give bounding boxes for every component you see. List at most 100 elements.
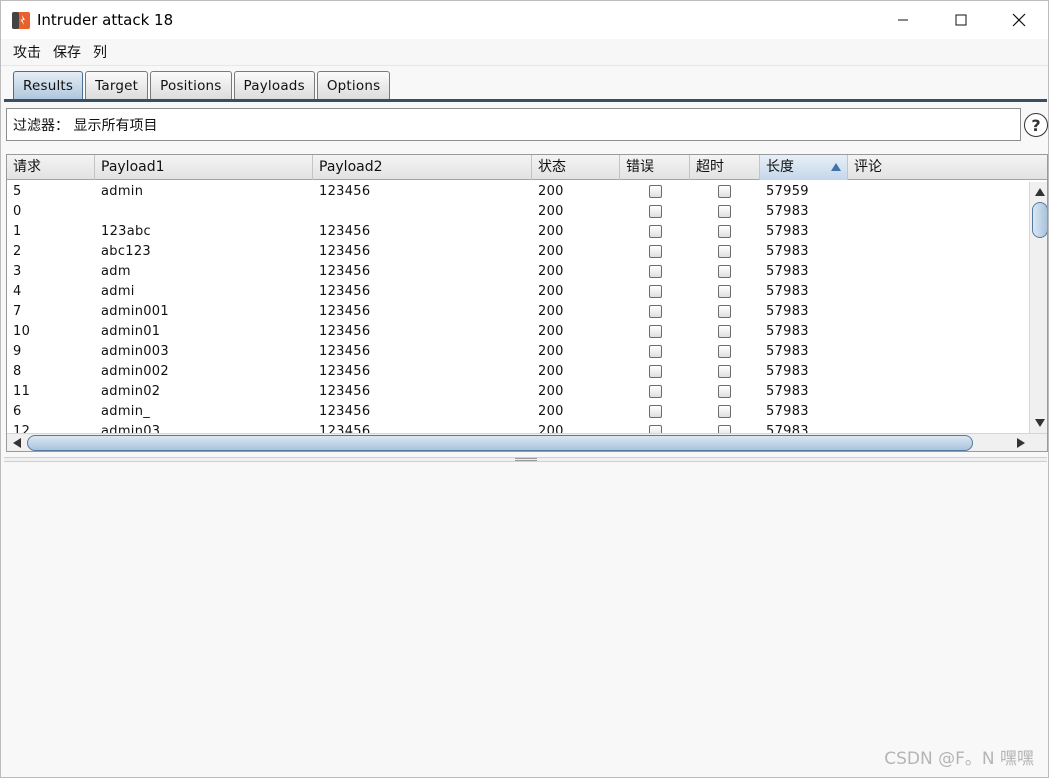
timeout-checkbox[interactable] xyxy=(718,265,731,278)
help-button[interactable]: ? xyxy=(1024,113,1048,137)
title-bar: Intruder attack 18 xyxy=(1,1,1048,39)
vertical-scrollbar[interactable] xyxy=(1029,182,1047,433)
tab-target[interactable]: Target xyxy=(85,71,149,99)
scroll-up-icon[interactable] xyxy=(1035,188,1045,196)
cell-length: 57983 xyxy=(766,224,809,239)
cell-p1: 123abc xyxy=(101,224,151,239)
timeout-checkbox[interactable] xyxy=(718,385,731,398)
tab-options[interactable]: Options xyxy=(316,71,391,99)
error-checkbox[interactable] xyxy=(649,305,662,318)
cell-p2: 123456 xyxy=(319,264,371,279)
tab-payloads[interactable]: Payloads xyxy=(233,71,315,99)
table-row[interactable]: 11 admin02 123456 200 57983 xyxy=(7,382,1029,402)
cell-p2: 123456 xyxy=(319,184,371,199)
cell-status: 200 xyxy=(538,344,564,359)
menu-columns[interactable]: 列 xyxy=(93,42,107,62)
cell-req: 8 xyxy=(13,364,22,379)
col-request[interactable]: 请求 xyxy=(7,155,95,180)
error-checkbox[interactable] xyxy=(649,325,662,338)
cell-status: 200 xyxy=(538,384,564,399)
table-row[interactable]: 2 abc123 123456 200 57983 xyxy=(7,242,1029,262)
scroll-down-icon[interactable] xyxy=(1035,419,1045,427)
cell-p1: admi xyxy=(101,284,135,299)
tab-underline xyxy=(4,99,1047,102)
watermark: CSDN @F。N 嘿嘿 xyxy=(884,749,1034,769)
cell-status: 200 xyxy=(538,204,564,219)
menu-attack[interactable]: 攻击 xyxy=(13,42,41,62)
error-checkbox[interactable] xyxy=(649,185,662,198)
table-row[interactable]: 10 admin01 123456 200 57983 xyxy=(7,322,1029,342)
horizontal-scroll-thumb[interactable] xyxy=(27,435,973,451)
timeout-checkbox[interactable] xyxy=(718,405,731,418)
cell-length: 57983 xyxy=(766,304,809,319)
timeout-checkbox[interactable] xyxy=(718,205,731,218)
col-payload2[interactable]: Payload2 xyxy=(313,155,532,180)
error-checkbox[interactable] xyxy=(649,205,662,218)
cell-req: 1 xyxy=(13,224,22,239)
table-row[interactable]: 3 adm 123456 200 57983 xyxy=(7,262,1029,282)
minimize-icon xyxy=(898,19,908,21)
cell-req: 2 xyxy=(13,244,22,259)
scroll-left-icon[interactable] xyxy=(13,438,21,448)
timeout-checkbox[interactable] xyxy=(718,225,731,238)
col-status[interactable]: 状态 xyxy=(532,155,620,180)
close-button[interactable] xyxy=(990,1,1048,39)
timeout-checkbox[interactable] xyxy=(718,345,731,358)
timeout-checkbox[interactable] xyxy=(718,365,731,378)
col-length[interactable]: 长度 xyxy=(760,155,848,180)
maximize-button[interactable] xyxy=(932,1,990,39)
cell-length: 57959 xyxy=(766,184,809,199)
timeout-checkbox[interactable] xyxy=(718,325,731,338)
splitter-grip-icon[interactable] xyxy=(515,458,537,461)
cell-status: 200 xyxy=(538,404,564,419)
error-checkbox[interactable] xyxy=(649,245,662,258)
col-length-label: 长度 xyxy=(766,159,794,175)
table-row[interactable]: 8 admin002 123456 200 57983 xyxy=(7,362,1029,382)
col-timeout[interactable]: 超时 xyxy=(690,155,760,180)
timeout-checkbox[interactable] xyxy=(718,245,731,258)
window-title: Intruder attack 18 xyxy=(37,11,174,29)
timeout-checkbox[interactable] xyxy=(718,285,731,298)
menu-save[interactable]: 保存 xyxy=(53,42,81,62)
results-table: 请求 Payload1 Payload2 状态 错误 超时 长度 评论 5 adm… xyxy=(6,154,1048,452)
cell-p2: 123456 xyxy=(319,224,371,239)
error-checkbox[interactable] xyxy=(649,385,662,398)
cell-req: 9 xyxy=(13,344,22,359)
cell-length: 57983 xyxy=(766,344,809,359)
pane-splitter[interactable] xyxy=(4,457,1047,462)
timeout-checkbox[interactable] xyxy=(718,185,731,198)
tab-results[interactable]: Results xyxy=(13,71,84,100)
table-row[interactable]: 5 admin 123456 200 57959 xyxy=(7,182,1029,202)
cell-status: 200 xyxy=(538,184,564,199)
table-row[interactable]: 6 admin_ 123456 200 57983 xyxy=(7,402,1029,422)
cell-p1: adm xyxy=(101,264,131,279)
col-payload1[interactable]: Payload1 xyxy=(95,155,313,180)
error-checkbox[interactable] xyxy=(649,365,662,378)
minimize-button[interactable] xyxy=(874,1,932,39)
cell-p1: admin001 xyxy=(101,304,169,319)
horizontal-scrollbar[interactable] xyxy=(7,433,1047,451)
cell-p2: 123456 xyxy=(319,344,371,359)
tab-positions[interactable]: Positions xyxy=(150,71,232,99)
error-checkbox[interactable] xyxy=(649,265,662,278)
cell-length: 57983 xyxy=(766,204,809,219)
error-checkbox[interactable] xyxy=(649,225,662,238)
scroll-right-icon[interactable] xyxy=(1017,438,1025,448)
table-row[interactable]: 0 200 57983 xyxy=(7,202,1029,222)
table-row[interactable]: 4 admi 123456 200 57983 xyxy=(7,282,1029,302)
vertical-scroll-thumb[interactable] xyxy=(1032,202,1047,238)
table-row[interactable]: 7 admin001 123456 200 57983 xyxy=(7,302,1029,322)
error-checkbox[interactable] xyxy=(649,345,662,358)
error-checkbox[interactable] xyxy=(649,285,662,298)
filter-bar[interactable]: 过滤器： 显示所有项目 xyxy=(6,108,1021,141)
cell-p1: admin002 xyxy=(101,364,169,379)
col-comment[interactable]: 评论 xyxy=(848,155,1047,180)
timeout-checkbox[interactable] xyxy=(718,305,731,318)
error-checkbox[interactable] xyxy=(649,405,662,418)
table-row[interactable]: 9 admin003 123456 200 57983 xyxy=(7,342,1029,362)
cell-status: 200 xyxy=(538,364,564,379)
cell-status: 200 xyxy=(538,304,564,319)
table-row[interactable]: 1 123abc 123456 200 57983 xyxy=(7,222,1029,242)
sort-ascending-icon xyxy=(831,163,841,171)
col-error[interactable]: 错误 xyxy=(620,155,690,180)
